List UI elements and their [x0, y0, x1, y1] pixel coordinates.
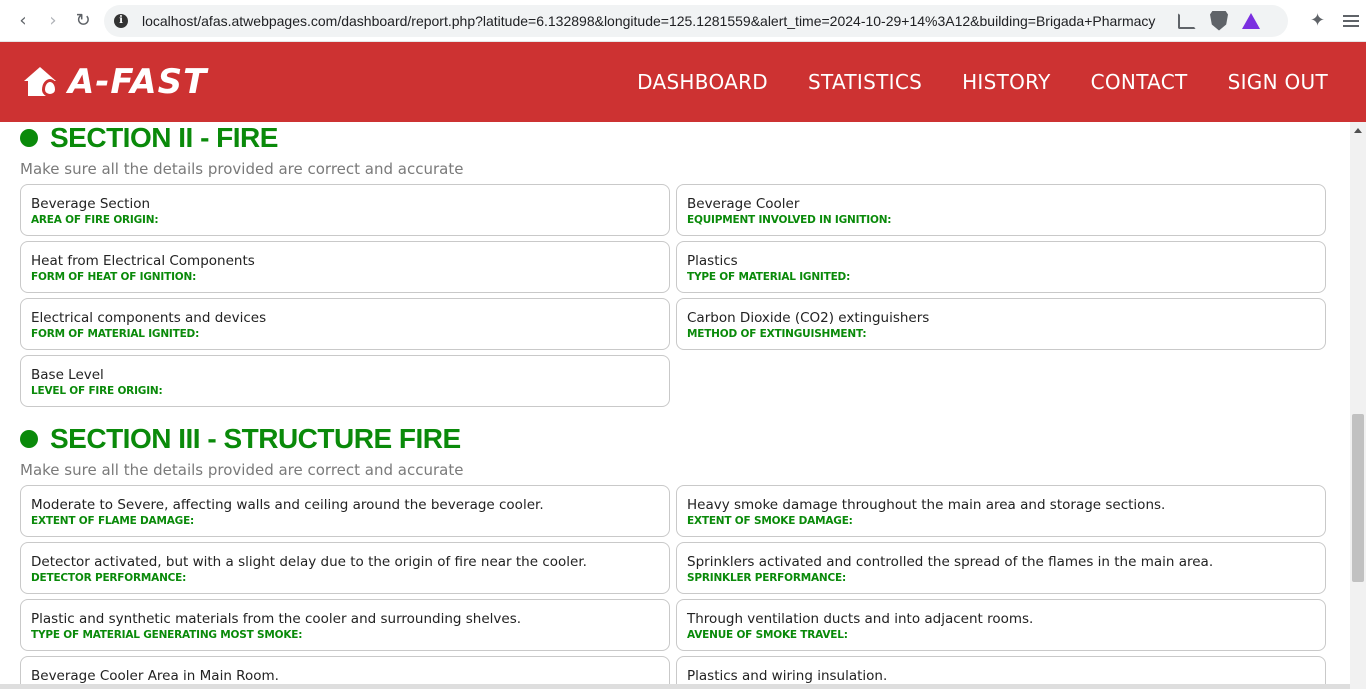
- section-2-heading: SECTION II - FIRE: [20, 122, 278, 154]
- url-text[interactable]: localhost/afas.atwebpages.com/dashboard/…: [142, 13, 1172, 29]
- field-material-generating-smoke[interactable]: Plastic and synthetic materials from the…: [20, 599, 670, 651]
- field-label: EXTENT OF SMOKE DAMAGE:: [687, 515, 853, 527]
- field-value: Plastics: [687, 253, 738, 269]
- field-label: DETECTOR PERFORMANCE:: [31, 572, 187, 584]
- field-value: Electrical components and devices: [31, 310, 267, 326]
- main-nav: DASHBOARD STATISTICS HISTORY CONTACT SIG…: [637, 70, 1328, 94]
- nav-sign-out[interactable]: SIGN OUT: [1228, 70, 1328, 94]
- site-info-icon[interactable]: i: [114, 13, 128, 28]
- share-icon[interactable]: [1178, 12, 1196, 29]
- field-form-of-heat[interactable]: Heat from Electrical Components FORM OF …: [20, 241, 670, 293]
- horizontal-scrollbar: [0, 684, 1350, 689]
- address-bar[interactable]: i localhost/afas.atwebpages.com/dashboar…: [104, 4, 1288, 37]
- field-value: Plastic and synthetic materials from the…: [31, 611, 522, 627]
- field-label: AVENUE OF SMOKE TRAVEL:: [687, 629, 848, 641]
- field-label: TYPE OF MATERIAL GENERATING MOST SMOKE:: [31, 629, 303, 641]
- reload-icon[interactable]: ↻: [68, 6, 98, 36]
- field-sprinkler-performance[interactable]: Sprinklers activated and controlled the …: [676, 542, 1326, 594]
- browser-toolbar: ‹ › ↻ i localhost/afas.atwebpages.com/da…: [0, 0, 1366, 42]
- leo-ai-icon[interactable]: ✦: [1310, 10, 1325, 31]
- nav-dashboard[interactable]: DASHBOARD: [637, 70, 768, 94]
- field-label: SPRINKLER PERFORMANCE:: [687, 572, 846, 584]
- field-extent-of-smoke-damage[interactable]: Heavy smoke damage throughout the main a…: [676, 485, 1326, 537]
- field-value: Beverage Cooler: [687, 196, 800, 212]
- nav-contact[interactable]: CONTACT: [1091, 70, 1188, 94]
- menu-icon[interactable]: [1343, 14, 1360, 27]
- field-label: AREA OF FIRE ORIGIN:: [31, 214, 159, 226]
- logo[interactable]: A-FAST: [24, 62, 207, 102]
- bullet-icon: [20, 430, 38, 448]
- field-value: Sprinklers activated and controlled the …: [687, 554, 1214, 570]
- field-label: TYPE OF MATERIAL IGNITED:: [687, 271, 851, 283]
- field-value: Beverage Cooler Area in Main Room.: [31, 668, 279, 684]
- field-area-of-fire-origin[interactable]: Beverage Section AREA OF FIRE ORIGIN:: [20, 184, 670, 236]
- field-label: EQUIPMENT INVOLVED IN IGNITION:: [687, 214, 892, 226]
- field-label: LEVEL OF FIRE ORIGIN:: [31, 385, 163, 397]
- section-2-title: SECTION II - FIRE: [50, 122, 278, 153]
- section-3-title: SECTION III - STRUCTURE FIRE: [50, 423, 461, 454]
- field-value: Plastics and wiring insulation.: [687, 668, 888, 684]
- field-value: Heavy smoke damage throughout the main a…: [687, 497, 1166, 513]
- section-3-subtitle: Make sure all the details provided are c…: [20, 461, 464, 479]
- forward-icon[interactable]: ›: [38, 6, 68, 36]
- field-form-of-material[interactable]: Electrical components and devices FORM O…: [20, 298, 670, 350]
- site-header: A-FAST DASHBOARD STATISTICS HISTORY CONT…: [0, 42, 1366, 122]
- field-avenue-of-smoke-travel[interactable]: Through ventilation ducts and into adjac…: [676, 599, 1326, 651]
- page-scrollbar[interactable]: [1350, 122, 1366, 689]
- brave-shield-icon[interactable]: [1210, 10, 1228, 31]
- field-label: EXTENT OF FLAME DAMAGE:: [31, 515, 195, 527]
- brand-name: A-FAST: [68, 62, 208, 102]
- field-value: Carbon Dioxide (CO2) extinguishers: [687, 310, 930, 326]
- field-method-of-extinguishment[interactable]: Carbon Dioxide (CO2) extinguishers METHO…: [676, 298, 1326, 350]
- field-value: Through ventilation ducts and into adjac…: [687, 611, 1034, 627]
- field-label: FORM OF MATERIAL IGNITED:: [31, 328, 200, 340]
- field-value: Detector activated, but with a slight de…: [31, 554, 587, 570]
- house-fire-icon: [24, 67, 60, 97]
- field-label: FORM OF HEAT OF IGNITION:: [31, 271, 197, 283]
- field-equipment-involved[interactable]: Beverage Cooler EQUIPMENT INVOLVED IN IG…: [676, 184, 1326, 236]
- field-value: Beverage Section: [31, 196, 151, 212]
- bullet-icon: [20, 129, 38, 147]
- field-detector-performance[interactable]: Detector activated, but with a slight de…: [20, 542, 670, 594]
- section-3-heading: SECTION III - STRUCTURE FIRE: [20, 423, 461, 455]
- scroll-up-icon[interactable]: [1354, 128, 1362, 133]
- field-value: Moderate to Severe, affecting walls and …: [31, 497, 544, 513]
- field-type-of-material[interactable]: Plastics TYPE OF MATERIAL IGNITED:: [676, 241, 1326, 293]
- section-2-subtitle: Make sure all the details provided are c…: [20, 160, 464, 178]
- nav-statistics[interactable]: STATISTICS: [808, 70, 922, 94]
- field-extent-of-flame-damage[interactable]: Moderate to Severe, affecting walls and …: [20, 485, 670, 537]
- field-level-of-fire-origin[interactable]: Base Level LEVEL OF FIRE ORIGIN:: [20, 355, 670, 407]
- field-label: METHOD OF EXTINGUISHMENT:: [687, 328, 867, 340]
- back-icon[interactable]: ‹: [8, 6, 38, 36]
- field-value: Base Level: [31, 367, 104, 383]
- scroll-thumb[interactable]: [1352, 414, 1364, 582]
- nav-history[interactable]: HISTORY: [962, 70, 1051, 94]
- report-content: SECTION II - FIRE Make sure all the deta…: [0, 122, 1350, 689]
- field-value: Heat from Electrical Components: [31, 253, 255, 269]
- brave-rewards-icon[interactable]: [1242, 12, 1260, 29]
